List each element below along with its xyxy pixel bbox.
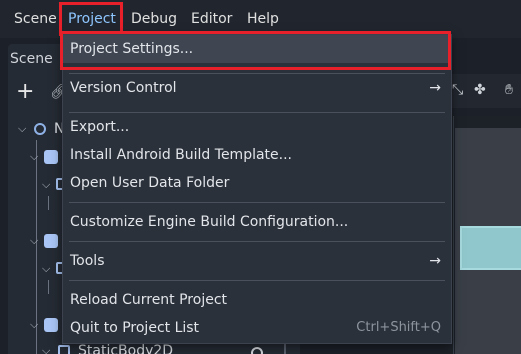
circle-node-icon (34, 123, 46, 135)
menu-item-reload-project[interactable]: Reload Current Project (63, 286, 451, 314)
menu-help[interactable]: Help (241, 4, 285, 34)
menu-item-label: Version Control (70, 80, 177, 96)
shortcut-label: Ctrl+Shift+Q (356, 320, 441, 335)
pan-tool-icon[interactable]: ✋︎ (505, 82, 513, 98)
tab-scene[interactable]: Scene (10, 46, 53, 72)
tree-guide (48, 196, 49, 210)
menu-item-version-control[interactable]: Version Control → (63, 74, 451, 102)
menu-separator (69, 241, 445, 242)
move-tool-icon[interactable]: ⤡ (452, 82, 463, 98)
menu-item-label: Open User Data Folder (70, 175, 230, 191)
menu-item-label: Reload Current Project (70, 292, 228, 308)
body-node-icon (44, 234, 58, 248)
menu-item-install-android-template[interactable]: Install Android Build Template... (63, 141, 451, 169)
menu-item-label: Customize Engine Build Configuration... (70, 214, 349, 230)
menu-scene[interactable]: Scene (8, 4, 63, 34)
chevron-down-icon[interactable]: ⌵ (18, 122, 26, 136)
eye-icon[interactable] (251, 347, 263, 354)
static-body-label[interactable]: StaticBody2D (78, 343, 173, 354)
chevron-down-icon[interactable]: ⌵ (42, 178, 50, 192)
body-node-icon (44, 150, 58, 164)
menu-item-label: Project Settings... (70, 41, 194, 57)
pivot-tool-icon[interactable]: ✤ (474, 82, 486, 98)
chevron-down-icon[interactable]: ⌵ (42, 262, 50, 276)
platform-sprite[interactable] (460, 226, 521, 270)
tree-guide (48, 280, 49, 294)
chevron-down-icon[interactable]: ⌵ (30, 150, 38, 164)
menubar: Scene Project Debug Editor Help (0, 0, 521, 38)
menu-item-quit-to-project-list[interactable]: Quit to Project List Ctrl+Shift+Q (63, 314, 451, 342)
menu-project[interactable]: Project (62, 4, 122, 34)
menu-item-label: Install Android Build Template... (70, 147, 292, 163)
chevron-down-icon[interactable]: ⌵ (30, 234, 38, 248)
menu-item-label: Quit to Project List (70, 320, 200, 336)
project-menu-dropdown: Project Settings... Version Control → Ex… (62, 34, 452, 344)
menu-editor[interactable]: Editor (185, 4, 238, 34)
menu-debug[interactable]: Debug (125, 4, 183, 34)
square-node-icon (58, 345, 70, 354)
menu-separator (69, 202, 445, 203)
menu-item-customize-build[interactable]: Customize Engine Build Configuration... (63, 208, 451, 236)
chevron-down-icon[interactable]: ⌵ (30, 318, 38, 332)
menu-item-open-user-data[interactable]: Open User Data Folder (63, 169, 451, 197)
menu-item-tools[interactable]: Tools → (63, 247, 451, 275)
menu-item-label: Tools (70, 253, 105, 269)
menu-item-project-settings[interactable]: Project Settings... (63, 35, 451, 63)
menu-separator (69, 280, 445, 281)
submenu-arrow-icon: → (429, 253, 441, 269)
plus-icon[interactable]: + (16, 80, 34, 104)
menu-item-export[interactable]: Export... (63, 113, 451, 141)
submenu-arrow-icon: → (429, 80, 441, 96)
menu-item-label: Export... (70, 119, 130, 135)
chevron-down-icon[interactable]: ⌵ (42, 344, 50, 354)
body-node-icon (44, 318, 58, 332)
